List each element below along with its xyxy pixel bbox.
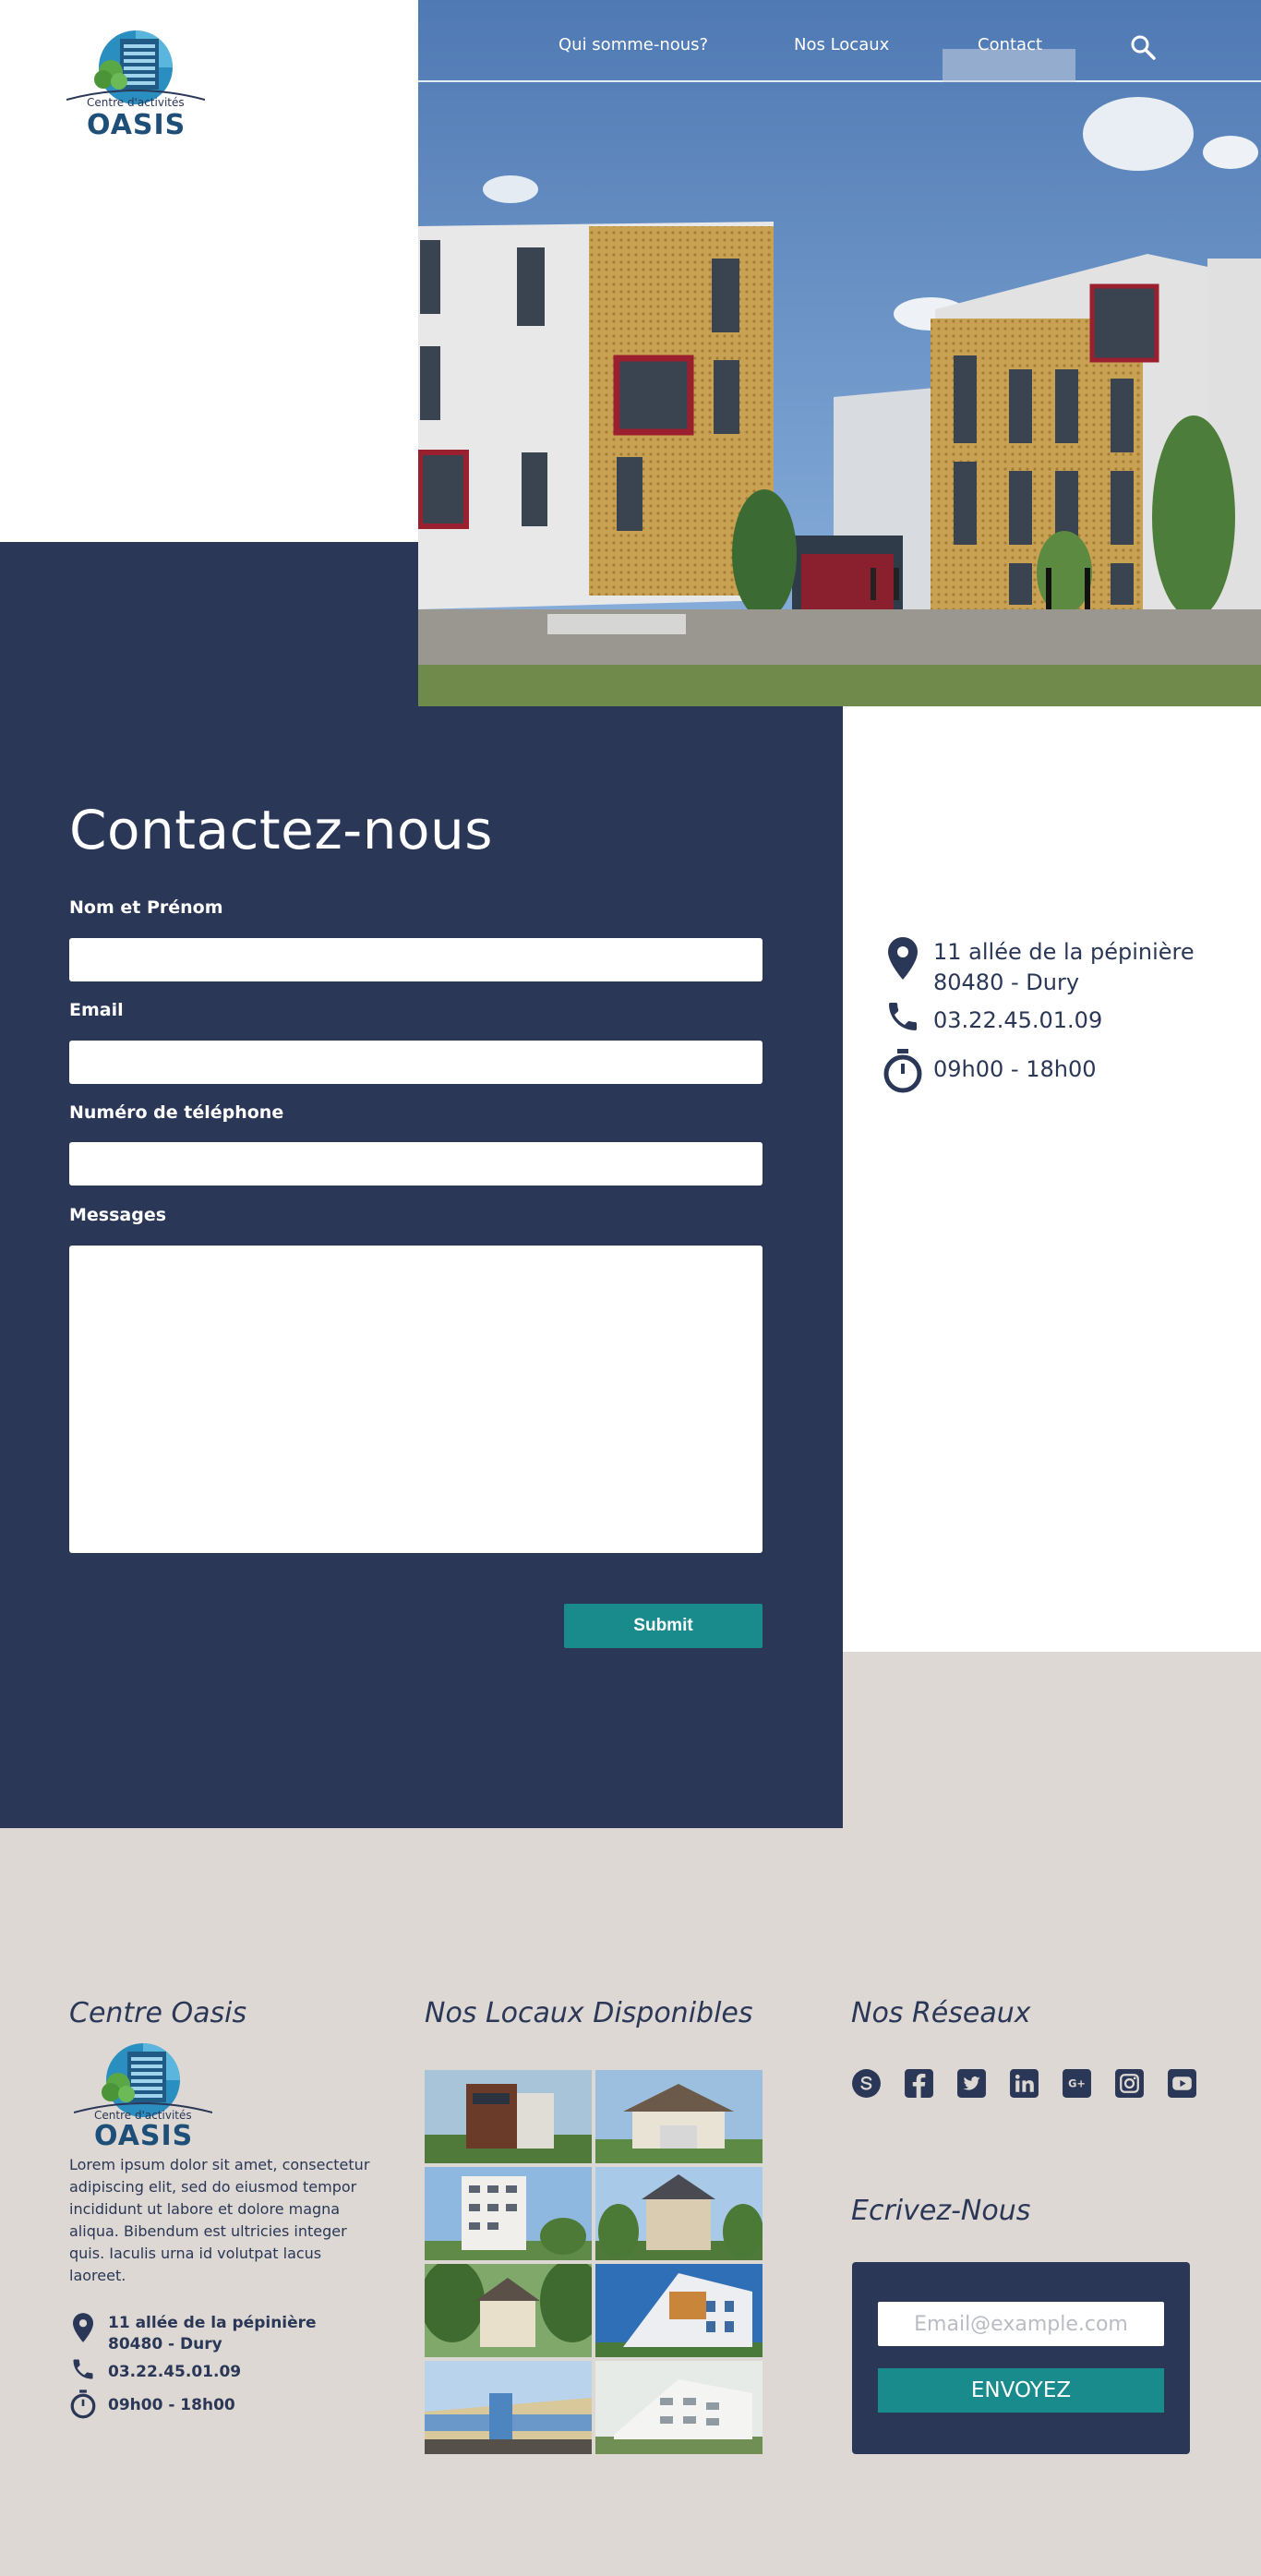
email-input[interactable]: [69, 1041, 763, 1084]
address-line1: 11 allée de la pépinière: [933, 939, 1195, 965]
info-hours: 09h00 - 18h00: [882, 1049, 1097, 1093]
stopwatch-icon: [882, 1049, 924, 1093]
footer-address: 11 allée de la pépinière 80480 - Dury: [69, 2313, 317, 2355]
email-label: Email: [69, 1000, 124, 1020]
linkedin-icon[interactable]: [1009, 2068, 1039, 2099]
newsletter-box: ENVOYEZ: [852, 2262, 1190, 2454]
locaux-thumb[interactable]: [425, 2361, 592, 2454]
site-logo[interactable]: Centre d'activités OASIS: [66, 26, 206, 141]
stopwatch-icon: [69, 2389, 97, 2419]
instagram-icon[interactable]: [1114, 2068, 1145, 2099]
nav-item-contact[interactable]: Contact: [978, 35, 1042, 54]
locaux-thumb[interactable]: [595, 2070, 763, 2163]
newsletter-email-input[interactable]: [878, 2302, 1164, 2346]
svg-text:G+: G+: [1068, 2077, 1086, 2090]
locaux-thumb[interactable]: [425, 2167, 592, 2260]
name-label: Nom et Prénom: [69, 897, 223, 918]
opening-hours: 09h00 - 18h00: [933, 1056, 1097, 1082]
footer-col3-title: Nos Réseaux: [851, 1997, 1031, 2029]
info-address: 11 allée de la pépinière 80480 - Dury: [882, 937, 1195, 998]
contact-section: Contactez-nous Nom et Prénom Email Numér…: [0, 706, 843, 1828]
footer-address-line2: 80480 - Dury: [108, 2335, 222, 2353]
locaux-thumb[interactable]: [425, 2264, 592, 2357]
locaux-thumb[interactable]: [425, 2070, 592, 2163]
message-textarea[interactable]: [69, 1246, 763, 1553]
footer: Centre Oasis Centre d'activités OASIS Lo…: [0, 1828, 1261, 2576]
footer-top-strip: [843, 1652, 1261, 1828]
footer-description: Lorem ipsum dolor sit amet, consectetur …: [69, 2156, 370, 2284]
nav-item-locaux[interactable]: Nos Locaux: [794, 35, 889, 54]
facebook-icon[interactable]: [904, 2068, 934, 2099]
google-plus-icon[interactable]: G+: [1062, 2068, 1092, 2099]
locaux-thumb[interactable]: [595, 2264, 763, 2357]
footer-opening-hours: 09h00 - 18h00: [108, 2396, 235, 2414]
footer-logo[interactable]: Centre d'activités OASIS: [73, 2039, 213, 2152]
locaux-thumb[interactable]: [595, 2167, 763, 2260]
submit-button[interactable]: Submit: [564, 1604, 763, 1648]
phone-icon: [69, 2356, 97, 2382]
phone-icon: [882, 998, 924, 1035]
phone-input[interactable]: [69, 1142, 763, 1186]
footer-col2-title: Nos Locaux Disponibles: [425, 1997, 753, 2029]
top-navigation: Qui somme-nous? Nos Locaux Contact: [418, 0, 1261, 82]
twitter-icon[interactable]: [956, 2068, 987, 2099]
newsletter-title: Ecrivez-Nous: [851, 2195, 1031, 2227]
location-pin-icon: [882, 937, 924, 980]
message-label: Messages: [69, 1205, 167, 1225]
footer-hours: 09h00 - 18h00: [69, 2389, 235, 2419]
footer-phone: 03.22.45.01.09: [69, 2356, 241, 2383]
contact-title: Contactez-nous: [69, 799, 493, 861]
footer-logo-name: OASIS: [94, 2120, 194, 2152]
address-line2: 80480 - Dury: [933, 969, 1080, 995]
nav-item-about[interactable]: Qui somme-nous?: [558, 35, 708, 54]
phone-number: 03.22.45.01.09: [933, 1007, 1103, 1033]
location-pin-icon: [69, 2313, 97, 2342]
footer-address-line1: 11 allée de la pépinière: [108, 2314, 317, 2332]
skype-icon[interactable]: [851, 2068, 882, 2099]
hero-left-panel: [0, 542, 418, 706]
logo-subtitle: Centre d'activités: [87, 96, 185, 109]
newsletter-submit-button[interactable]: ENVOYEZ: [878, 2368, 1164, 2413]
locaux-thumb[interactable]: [595, 2361, 763, 2454]
search-icon[interactable]: [1129, 33, 1157, 61]
footer-col1-title: Centre Oasis: [69, 1997, 247, 2029]
logo-name: OASIS: [87, 109, 186, 141]
hero-image: [418, 0, 1261, 706]
footer-phone-number: 03.22.45.01.09: [108, 2363, 242, 2381]
youtube-icon[interactable]: [1167, 2068, 1197, 2099]
info-phone: 03.22.45.01.09: [882, 998, 1102, 1036]
social-links: G+: [851, 2068, 1197, 2099]
locaux-gallery: [425, 2070, 763, 2454]
name-input[interactable]: [69, 938, 763, 981]
phone-label: Numéro de téléphone: [69, 1102, 284, 1123]
